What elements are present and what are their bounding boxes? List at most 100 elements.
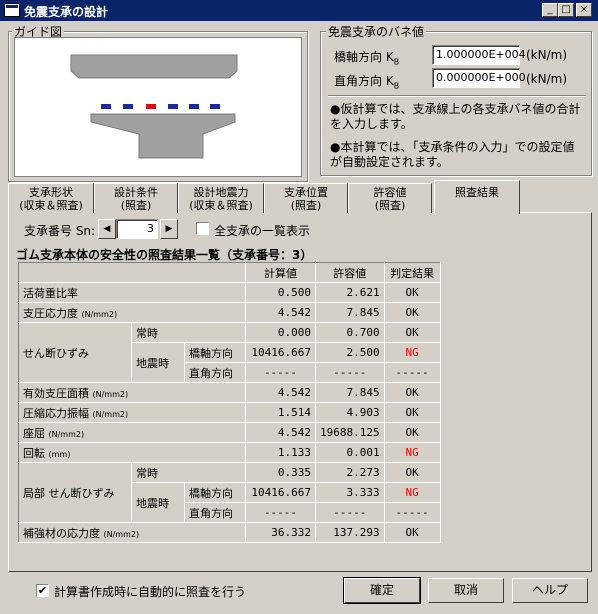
judge-value: OK — [383, 322, 441, 343]
cancel-button[interactable]: 取消 — [428, 578, 504, 603]
col-allow-header: 許容値 — [315, 262, 385, 283]
row-label: 活荷重比率 — [18, 282, 246, 303]
tab-seismic-force[interactable]: 設計地震力 (収束＆照査) — [178, 183, 264, 213]
judge-value-ng: NG — [383, 482, 441, 503]
direction-label: 直角方向 — [184, 502, 246, 523]
table-row: 有効支圧面積 (N/mm2) 4.542 7.845 OK — [18, 382, 441, 403]
table-row: 圧縮応力振幅 (N/mm2) 1.514 4.903 OK — [18, 402, 441, 423]
allow-value: 3.333 — [315, 482, 385, 503]
girder-shape — [70, 54, 238, 79]
bearing-pad — [123, 104, 133, 109]
spring-group-label: 免震支承のバネ値 — [326, 23, 427, 40]
judge-value: OK — [383, 302, 441, 323]
col-judge-header: 判定結果 — [383, 262, 441, 283]
calc-value: 0.500 — [245, 282, 316, 303]
bearing-number-label: 支承番号 Sn: — [24, 224, 96, 238]
table-row: 補強材の応力度 (N/mm2) 36.332 137.293 OK — [18, 522, 441, 543]
show-all-checkbox[interactable] — [196, 222, 209, 235]
minimize-button[interactable]: _ — [542, 3, 558, 17]
judge-value: OK — [383, 282, 441, 303]
row-label: 座屈 (N/mm2) — [18, 422, 246, 443]
allow-value: 7.845 — [315, 382, 385, 403]
close-button[interactable]: × — [576, 3, 592, 17]
allow-value: ----- — [315, 362, 385, 383]
help-button[interactable]: ヘルプ — [512, 578, 588, 603]
judge-value: OK — [383, 422, 441, 443]
allow-value: 2.273 — [315, 462, 385, 483]
calc-value: 1.133 — [245, 442, 316, 463]
row-label: 支圧応力度 (N/mm2) — [18, 302, 246, 323]
tab-allowable[interactable]: 許容値 (照査) — [348, 183, 432, 213]
calc-value: 36.332 — [245, 522, 316, 543]
maximize-button[interactable]: □ — [558, 3, 574, 17]
direction-label: 直角方向 — [184, 362, 246, 383]
allow-value: 2.500 — [315, 342, 385, 363]
guide-figure — [14, 37, 302, 177]
judge-value: OK — [383, 522, 441, 543]
spring-note-2: ●本計算では、「支承条件の入力」での設定値が自動設定されます。 — [330, 140, 575, 169]
calc-value: 4.542 — [245, 422, 316, 443]
calc-value: 4.542 — [245, 302, 316, 323]
pier-shape — [90, 113, 236, 159]
table-row: 座屈 (N/mm2) 4.542 19688.125 OK — [18, 422, 441, 443]
calc-value: 4.542 — [245, 382, 316, 403]
calc-value: ----- — [245, 502, 316, 523]
judge-value: ----- — [383, 362, 441, 383]
table-row: 活荷重比率 0.500 2.621 OK — [18, 282, 441, 303]
judge-value: OK — [383, 402, 441, 423]
allow-value: 137.293 — [315, 522, 385, 543]
allow-value: 4.903 — [315, 402, 385, 423]
bearing-pad — [210, 104, 220, 109]
calc-value: ----- — [245, 362, 316, 383]
bearing-pad — [189, 104, 199, 109]
spring-long-unit: (kN/m) — [526, 48, 568, 62]
calc-value: 0.000 — [245, 322, 316, 343]
bearing-pad — [101, 104, 111, 109]
sub-label: 常時 — [131, 462, 246, 483]
bearing-number-input[interactable]: 3 — [116, 219, 158, 239]
judge-value-ng: NG — [383, 442, 441, 463]
allow-value: 0.001 — [315, 442, 385, 463]
table-row: 支圧応力度 (N/mm2) 4.542 7.845 OK — [18, 302, 441, 323]
bearing-pad — [168, 104, 178, 109]
table-row: 回転 (mm) 1.133 0.001 NG — [18, 442, 441, 463]
sub-label: 地震時 — [131, 482, 185, 523]
row-label: 局部 せん断ひずみ — [18, 462, 132, 523]
allow-value: ----- — [315, 502, 385, 523]
row-label: 有効支圧面積 (N/mm2) — [18, 382, 246, 403]
calc-value: 1.514 — [245, 402, 316, 423]
table-heading: ゴム支承本体の安全性の照査結果一覧（支承番号：3） — [16, 248, 313, 262]
prev-bearing-button[interactable]: ◀ — [98, 219, 116, 239]
tab-bearing-position[interactable]: 支承位置 (照査) — [264, 183, 348, 213]
tab-check-results[interactable]: 照査結果 — [434, 180, 520, 214]
spring-trans-input[interactable]: 0.000000E+000 — [432, 68, 526, 88]
title-bar[interactable]: 免震支承の設計 _ □ × — [0, 0, 598, 21]
allow-value: 19688.125 — [315, 422, 385, 443]
spring-long-input[interactable]: 1.000000E+004 — [432, 45, 526, 65]
auto-check-label: 計算書作成時に自動的に照査を行う — [54, 585, 247, 599]
sub-label: 地震時 — [131, 342, 185, 383]
calc-value: 10416.667 — [245, 482, 316, 503]
ok-button[interactable]: 確定 — [344, 578, 420, 603]
tab-design-conditions[interactable]: 設計条件 (照査) — [94, 183, 178, 213]
calc-value: 10416.667 — [245, 342, 316, 363]
auto-check-checkbox[interactable]: ✔ — [36, 584, 49, 597]
tab-bearing-shape[interactable]: 支承形状 (収束＆照査) — [8, 183, 94, 213]
direction-label: 橋軸方向 — [184, 342, 246, 363]
judge-value-ng: NG — [383, 342, 441, 363]
spring-divider — [328, 95, 586, 97]
sub-label: 常時 — [131, 322, 246, 343]
show-all-label: 全支承の一覧表示 — [214, 224, 311, 238]
row-label: せん断ひずみ — [18, 322, 132, 383]
judge-value: ----- — [383, 502, 441, 523]
allow-value: 7.845 — [315, 302, 385, 323]
judge-value: OK — [383, 462, 441, 483]
col-calc-header: 計算値 — [245, 262, 316, 283]
bearing-pad-selected — [146, 104, 156, 109]
spring-trans-label: 直角方向 KB — [334, 74, 400, 91]
app-icon — [4, 3, 20, 17]
next-bearing-button[interactable]: ▶ — [160, 219, 178, 239]
spring-long-label: 橋軸方向 KB — [334, 50, 400, 67]
table-row: せん断ひずみ 常時 0.000 0.700 OK — [18, 322, 441, 383]
window-title: 免震支承の設計 — [24, 5, 109, 19]
